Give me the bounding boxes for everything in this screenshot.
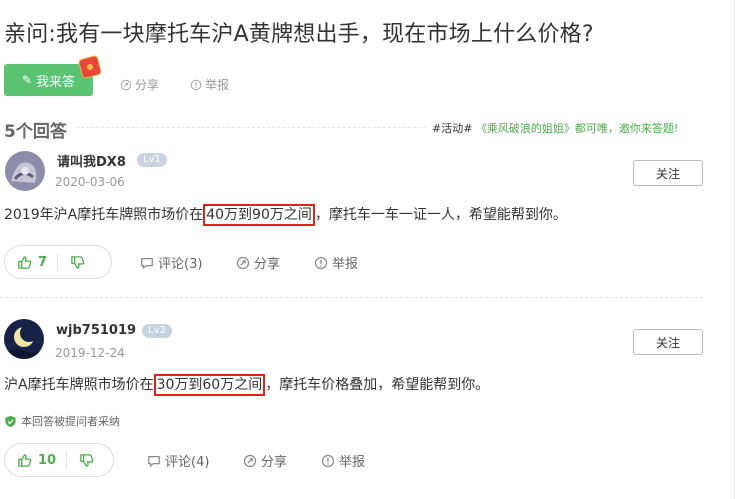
avatar[interactable] bbox=[5, 151, 45, 191]
share-label: 分享 bbox=[135, 78, 160, 92]
report-icon bbox=[321, 454, 335, 467]
page-edge-divider bbox=[734, 0, 735, 499]
share-icon bbox=[243, 454, 257, 467]
thumbs-down-icon bbox=[71, 255, 85, 269]
comment-label: 评论(4) bbox=[165, 455, 210, 470]
accepted-label: 本回答被提问者采纳 bbox=[21, 415, 120, 428]
answers-count: 5个回答 bbox=[4, 122, 67, 142]
question-report-link[interactable]: 举报 bbox=[190, 76, 229, 93]
answer-text-before: 2019年沪A摩托车牌照市场价在 bbox=[4, 207, 204, 223]
answer-text: 2019年沪A摩托车牌照市场价在 40万到90万之间 ，摩托车一车一证一人，希望能帮… bbox=[4, 204, 567, 226]
share-icon bbox=[120, 79, 132, 90]
share-label: 分享 bbox=[261, 455, 288, 470]
answer-price-highlight: 40万到90万之间 bbox=[203, 204, 315, 226]
vote-pill: 7 bbox=[4, 245, 112, 279]
answer-date: 2019-12-24 bbox=[55, 346, 125, 360]
report-label: 举报 bbox=[339, 455, 366, 470]
follow-button[interactable]: 关注 bbox=[633, 329, 703, 355]
avatar-image-icon bbox=[5, 151, 45, 191]
share-link[interactable]: 分享 bbox=[236, 253, 280, 272]
share-label: 分享 bbox=[254, 257, 281, 272]
upvote-count: 7 bbox=[38, 254, 48, 270]
comment-icon bbox=[148, 455, 160, 467]
thumbs-down-icon bbox=[80, 453, 94, 467]
level-badge: Lv2 bbox=[142, 324, 172, 338]
report-icon bbox=[190, 79, 202, 90]
downvote-button[interactable] bbox=[67, 453, 106, 468]
answer-date: 2020-03-06 bbox=[55, 175, 125, 189]
report-icon bbox=[314, 256, 328, 269]
answer-button-label: 我来答 bbox=[36, 74, 76, 90]
avatar[interactable] bbox=[4, 319, 44, 359]
activity-prefix: #活动# bbox=[432, 122, 473, 135]
shield-check-icon bbox=[5, 415, 16, 427]
question-title: 亲问:我有一块摩托车沪A黄牌想出手，现在市场上什么价格? bbox=[4, 22, 594, 47]
header-divider bbox=[76, 127, 426, 128]
report-label: 举报 bbox=[332, 257, 359, 272]
comment-icon bbox=[141, 257, 153, 269]
level-badge: Lv1 bbox=[137, 153, 167, 167]
answer-text-before: 沪A摩托车牌照市场价在 bbox=[4, 377, 154, 393]
thumbs-up-icon bbox=[18, 453, 32, 467]
answer-username[interactable]: 请叫我DX8 bbox=[57, 151, 126, 170]
accepted-badge: 本回答被提问者采纳 bbox=[4, 413, 120, 429]
red-packet-icon bbox=[77, 54, 103, 80]
answer-text-after: ，摩托车一车一证一人，希望能帮到你。 bbox=[314, 207, 567, 223]
report-label: 举报 bbox=[205, 78, 230, 92]
answer-divider bbox=[0, 297, 703, 298]
thumbs-up-icon bbox=[18, 255, 32, 269]
question-share-link[interactable]: 分享 bbox=[120, 76, 159, 93]
pen-icon: ✎ bbox=[21, 73, 33, 87]
upvote-button[interactable]: 10 bbox=[5, 453, 66, 468]
follow-button[interactable]: 关注 bbox=[633, 160, 703, 186]
moon-avatar-icon bbox=[4, 319, 44, 359]
comment-link[interactable]: 评论(4) bbox=[147, 451, 209, 470]
share-link[interactable]: 分享 bbox=[243, 451, 287, 470]
answer-username[interactable]: wjb751019 bbox=[56, 323, 136, 338]
activity-link[interactable]: 《乘风破浪的姐姐》都可唯，邀你来答题! bbox=[476, 122, 678, 135]
upvote-count: 10 bbox=[38, 452, 57, 468]
answer-text-after: ，摩托车价格叠加，希望能帮到你。 bbox=[265, 377, 490, 393]
activity-banner[interactable]: #活动# 《乘风破浪的姐姐》都可唯，邀你来答题! bbox=[432, 120, 678, 136]
answer-text: 沪A摩托车牌照市场价在 30万到60万之间 ，摩托车价格叠加，希望能帮到你。 bbox=[4, 374, 490, 396]
downvote-button[interactable] bbox=[58, 255, 97, 270]
comment-link[interactable]: 评论(3) bbox=[140, 253, 202, 272]
comment-label: 评论(3) bbox=[158, 257, 203, 272]
report-link[interactable]: 举报 bbox=[321, 451, 365, 470]
share-icon bbox=[236, 256, 250, 269]
answer-price-highlight: 30万到60万之间 bbox=[153, 374, 266, 396]
vote-pill: 10 bbox=[4, 443, 114, 477]
upvote-button[interactable]: 7 bbox=[5, 255, 57, 270]
report-link[interactable]: 举报 bbox=[314, 253, 358, 272]
